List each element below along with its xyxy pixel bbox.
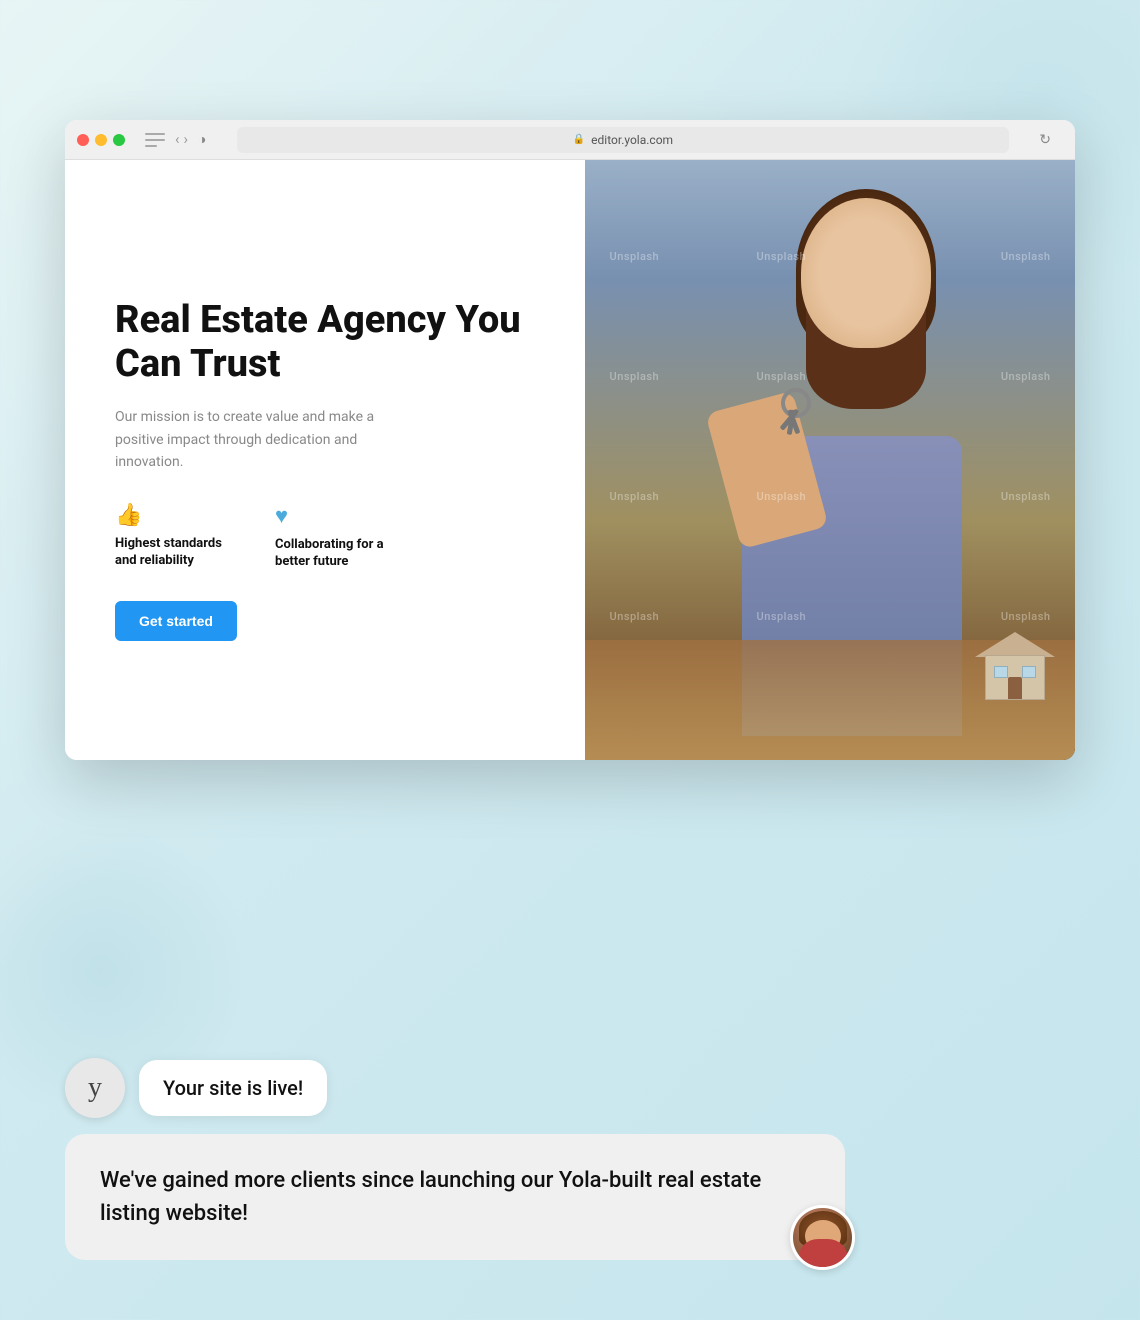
back-arrow-icon[interactable]: ‹ [175,132,180,147]
hero-photo: Unsplash Unsplash Unsplash Unsplash Unsp… [585,160,1075,760]
watermark-5: Unsplash [757,370,807,383]
house-model [975,635,1055,700]
watermark-2: Unsplash [757,250,807,263]
chat-row-2: We've gained more clients since launchin… [65,1134,1075,1260]
browser-window: ‹ › ◑ 🔒 editor.yola.com ↻ Real Estate Ag… [65,120,1075,760]
user-avatar-image [793,1208,852,1267]
feature-1: 👍 Highest standards and reliability [115,503,235,571]
user-avatar [790,1205,855,1270]
watermark-4: Unsplash [610,370,660,383]
watermark-11: Unsplash [757,610,807,623]
nav-arrows: ‹ › [175,132,188,147]
address-bar[interactable]: 🔒 editor.yola.com [237,127,1010,153]
house-roof [975,632,1055,657]
sidebar-toggle-icon[interactable] [145,133,165,147]
chat-row-1: y Your site is live! [65,1058,1075,1118]
watermark-3: Unsplash [1001,250,1051,263]
house-window-right [1022,666,1036,678]
watermark-7: Unsplash [610,490,660,503]
feature-1-label: Highest standards and reliability [115,536,235,570]
chat-bubble-2: We've gained more clients since launchin… [65,1134,845,1260]
heart-icon: ♥ [275,503,395,529]
feature-2: ♥ Collaborating for a better future [275,503,395,571]
minimize-button-mac[interactable] [95,134,107,146]
face-shape [801,198,931,348]
yola-avatar: y [65,1058,125,1118]
refresh-icon[interactable]: ↻ [1039,132,1051,148]
chat-bubble-1: Your site is live! [139,1060,327,1116]
close-button-mac[interactable] [77,134,89,146]
browser-toolbar: ‹ › ◑ 🔒 editor.yola.com ↻ [65,120,1075,160]
maximize-button-mac[interactable] [113,134,125,146]
house-door [1008,677,1022,699]
traffic-lights [77,134,125,146]
keys-visual [771,388,821,438]
watermark-8: Unsplash [757,490,807,503]
browser-content: Real Estate Agency You Can Trust Our mis… [65,160,1075,760]
avatar-body [798,1239,848,1267]
house-body [985,655,1045,700]
watermark-6: Unsplash [1001,370,1051,383]
hero-description: Our mission is to create value and make … [115,406,375,473]
get-started-button[interactable]: Get started [115,601,237,641]
watermark-1: Unsplash [610,250,660,263]
feature-2-label: Collaborating for a better future [275,537,395,571]
yola-avatar-letter: y [88,1072,102,1104]
watermark-9: Unsplash [1001,490,1051,503]
url-text: editor.yola.com [591,133,673,147]
person-head-area [776,178,956,398]
chat-message-1: Your site is live! [163,1076,303,1100]
watermark-12: Unsplash [1001,610,1051,623]
house-window-left [994,666,1008,678]
chat-section: y Your site is live! We've gained more c… [65,1058,1075,1260]
forward-arrow-icon[interactable]: › [184,132,189,147]
lock-icon: 🔒 [573,134,585,145]
hero-title: Real Estate Agency You Can Trust [115,299,535,386]
brightness-icon: ◑ [198,131,206,148]
thumbsup-icon: 👍 [115,503,235,528]
watermark-10: Unsplash [610,610,660,623]
features-row: 👍 Highest standards and reliability ♥ Co… [115,503,535,571]
chat-message-2: We've gained more clients since launchin… [100,1168,761,1226]
hero-left-panel: Real Estate Agency You Can Trust Our mis… [65,160,585,760]
hero-image-panel: Unsplash Unsplash Unsplash Unsplash Unsp… [585,160,1075,760]
